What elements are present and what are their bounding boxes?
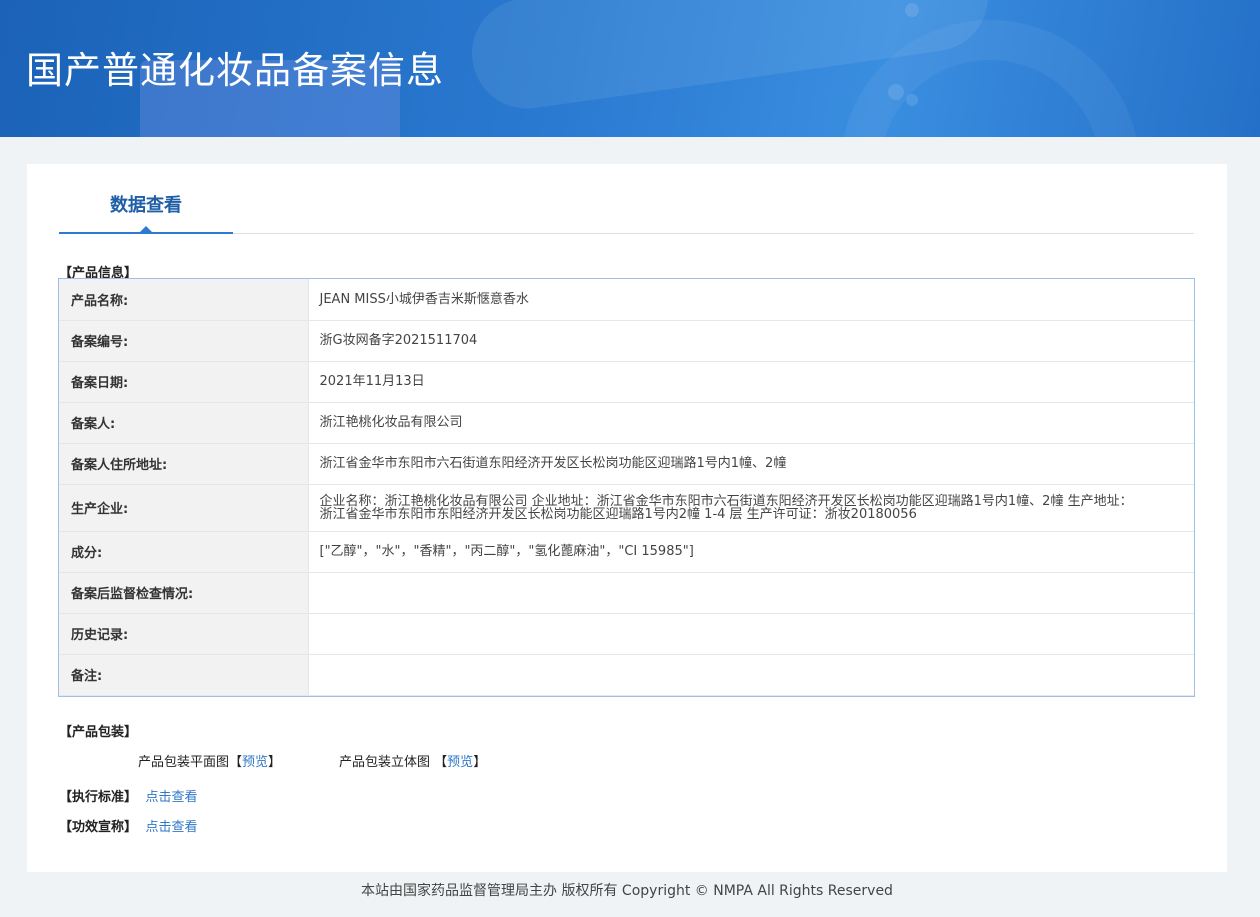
bracket: 】	[473, 755, 487, 770]
row-label: 成分:	[59, 531, 309, 573]
banner-decoration	[888, 84, 904, 100]
banner-decoration	[905, 3, 919, 17]
table-row: 备案人: 浙江艳桃化妆品有限公司	[59, 402, 1194, 444]
row-label: 备注:	[59, 654, 309, 696]
tab-label: 数据查看	[110, 195, 182, 216]
active-tab-caret-icon	[140, 226, 152, 232]
remarks-value	[308, 654, 1194, 696]
row-label: 备案日期:	[59, 361, 309, 403]
manufacturer-line: 浙江省金华市东阳市东阳经济开发区长松岗功能区迎瑞路1号内2幢 1-4 层 生产许…	[319, 506, 917, 522]
bracket: 【	[229, 755, 243, 770]
table-row: 生产企业: 企业名称：浙江艳桃化妆品有限公司 企业地址：浙江省金华市东阳市六石街…	[59, 484, 1194, 532]
table-row: 备案人住所地址: 浙江省金华市东阳市六石街道东阳经济开发区长松岗功能区迎瑞路1号…	[59, 443, 1194, 485]
row-label: 生产企业:	[59, 484, 309, 532]
packaging-flat-item: 产品包装平面图【预览】	[138, 751, 281, 770]
efficacy-view-link[interactable]: 点击查看	[146, 820, 198, 835]
packaging-solid-item: 产品包装立体图 【预览】	[339, 751, 486, 770]
product-name-value: JEAN MISS小城伊香吉米斯惬意香水	[308, 279, 1194, 321]
table-row: 备案日期: 2021年11月13日	[59, 361, 1194, 403]
table-row: 成分: ["乙醇"，"水"，"香精"，"丙二醇"，"氢化蓖麻油"，"CI 159…	[59, 531, 1194, 573]
banner-decoration	[906, 94, 918, 106]
standard-label: 【执行标准】	[59, 790, 138, 805]
table-row: 备注:	[59, 654, 1194, 696]
row-label: 备案人住所地址:	[59, 443, 309, 485]
standard-view-link[interactable]: 点击查看	[146, 790, 198, 805]
bracket: 【	[434, 755, 448, 770]
row-label: 备案编号:	[59, 320, 309, 362]
table-row: 历史记录:	[59, 613, 1194, 655]
table-row: 产品名称: JEAN MISS小城伊香吉米斯惬意香水	[59, 279, 1194, 321]
standard-row: 【执行标准】 点击查看	[59, 786, 198, 805]
packaging-flat-preview-link[interactable]: 预览	[242, 755, 268, 770]
page-title: 国产普通化妆品备案信息	[26, 49, 444, 92]
footer-copyright: 本站由国家药品监督管理局主办 版权所有 Copyright © NMPA All…	[361, 883, 893, 899]
registrant-value: 浙江艳桃化妆品有限公司	[308, 402, 1194, 444]
history-value	[308, 613, 1194, 655]
filing-date-value: 2021年11月13日	[308, 361, 1194, 403]
packaging-solid-label: 产品包装立体图	[339, 755, 431, 770]
inspection-value	[308, 572, 1194, 614]
row-label: 产品名称:	[59, 279, 309, 321]
row-label: 备案后监督检查情况:	[59, 572, 309, 614]
header-banner: 国产普通化妆品备案信息	[0, 0, 1260, 137]
efficacy-label: 【功效宣称】	[59, 820, 138, 835]
ingredients-value: ["乙醇"，"水"，"香精"，"丙二醇"，"氢化蓖麻油"，"CI 15985"]	[308, 531, 1194, 573]
packaging-flat-label: 产品包装平面图	[138, 755, 230, 770]
registrant-address-value: 浙江省金华市东阳市六石街道东阳经济开发区长松岗功能区迎瑞路1号内1幢、2幢	[308, 443, 1194, 485]
row-label: 备案人:	[59, 402, 309, 444]
efficacy-row: 【功效宣称】 点击查看	[59, 816, 198, 835]
table-row: 备案编号: 浙G妆网备字2021511704	[59, 320, 1194, 362]
content-card: 数据查看 【产品信息】 产品名称: JEAN MISS小城伊香吉米斯惬意香水 备…	[27, 164, 1227, 872]
table-row: 备案后监督检查情况:	[59, 572, 1194, 614]
tab-data-view[interactable]: 数据查看	[59, 164, 233, 234]
row-label: 历史记录:	[59, 613, 309, 655]
manufacturer-line: 企业名称：浙江艳桃化妆品有限公司 企业地址：浙江省金华市东阳市六石街道东阳经济开…	[319, 493, 1133, 509]
filing-number-value: 浙G妆网备字2021511704	[308, 320, 1194, 362]
packaging-solid-preview-link[interactable]: 预览	[447, 755, 473, 770]
product-info-table: 产品名称: JEAN MISS小城伊香吉米斯惬意香水 备案编号: 浙G妆网备字2…	[58, 278, 1195, 697]
bracket: 】	[268, 755, 282, 770]
manufacturer-value: 企业名称：浙江艳桃化妆品有限公司 企业地址：浙江省金华市东阳市六石街道东阳经济开…	[308, 484, 1194, 532]
packaging-section-title: 【产品包装】	[59, 725, 138, 740]
tab-bar: 数据查看	[59, 164, 1194, 234]
